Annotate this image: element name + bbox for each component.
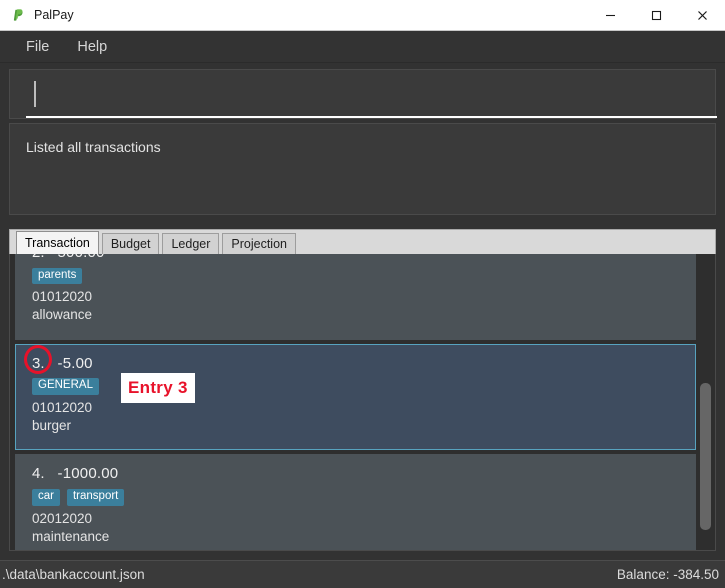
- transaction-date: 01012020: [32, 289, 93, 305]
- transaction-index: 3.: [32, 354, 45, 372]
- tag-chip[interactable]: car: [32, 489, 60, 506]
- status-balance: Balance: -384.50: [616, 567, 719, 582]
- table-row[interactable]: 4. -1000.00 car transport 02012020 maint…: [15, 454, 696, 550]
- transaction-description: maintenance: [32, 528, 110, 544]
- transaction-header: 4. -1000.00: [32, 465, 679, 484]
- command-input[interactable]: [10, 70, 715, 117]
- table-row[interactable]: 3. -5.00 GENERAL 01012020 burger: [15, 343, 696, 451]
- transaction-header: 2. 500.00: [32, 254, 679, 263]
- minimize-button[interactable]: [587, 0, 633, 30]
- table-row[interactable]: 2. 500.00 parents 01012020 allowance: [15, 254, 696, 340]
- close-button[interactable]: [679, 0, 725, 30]
- window-controls: [587, 0, 725, 30]
- command-input-container[interactable]: [9, 69, 717, 119]
- transaction-header: 3. -5.00: [32, 355, 679, 374]
- transaction-list: 2. 500.00 parents 01012020 allowance 3. …: [9, 254, 716, 551]
- transaction-tags: car transport: [32, 489, 679, 506]
- status-bar: .\data\bankaccount.json Balance: -384.50: [0, 560, 725, 588]
- title-bar-left: PalPay: [0, 7, 587, 23]
- transaction-date: 02012020: [32, 510, 93, 526]
- transaction-index: 4.: [32, 465, 45, 483]
- tab-budget[interactable]: Budget: [101, 233, 160, 254]
- tab-ledger[interactable]: Ledger: [162, 233, 220, 254]
- maximize-button[interactable]: [633, 0, 679, 30]
- transaction-tags: GENERAL: [32, 378, 679, 395]
- tag-chip[interactable]: parents: [32, 267, 83, 285]
- menu-item-help[interactable]: Help: [65, 36, 119, 58]
- vertical-scrollbar[interactable]: [697, 255, 714, 550]
- text-caret: [34, 81, 36, 107]
- palpay-logo-icon: [10, 7, 26, 23]
- title-bar: PalPay: [0, 0, 725, 31]
- input-underline: [26, 116, 717, 118]
- transaction-description: allowance: [32, 307, 93, 323]
- menu-bar: File Help: [0, 31, 725, 63]
- tag-chip[interactable]: transport: [66, 489, 125, 506]
- output-panel: Listed all transactions: [9, 123, 716, 215]
- app-window: PalPay File Help Listed all transactions…: [0, 0, 725, 588]
- transaction-index: 2.: [32, 254, 45, 263]
- tag-chip[interactable]: GENERAL: [32, 378, 99, 395]
- transaction-date: 01012020: [32, 399, 93, 415]
- transaction-tags: parents: [32, 267, 679, 285]
- scrollbar-thumb[interactable]: [700, 383, 711, 530]
- transaction-amount: -5.00: [57, 354, 93, 372]
- output-line: Listed all transactions: [26, 139, 161, 155]
- menu-item-file[interactable]: File: [14, 36, 61, 58]
- tab-transaction[interactable]: Transaction: [16, 231, 99, 254]
- transaction-amount: 500.00: [58, 254, 105, 263]
- transaction-list-viewport: 2. 500.00 parents 01012020 allowance 3. …: [15, 254, 696, 550]
- transaction-description: burger: [32, 418, 72, 434]
- tab-strip: Transaction Budget Ledger Projection: [9, 229, 716, 254]
- transaction-amount: -1000.00: [57, 465, 119, 483]
- window-title: PalPay: [34, 8, 74, 22]
- tab-projection[interactable]: Projection: [222, 233, 296, 254]
- status-file-path: .\data\bankaccount.json: [2, 567, 145, 582]
